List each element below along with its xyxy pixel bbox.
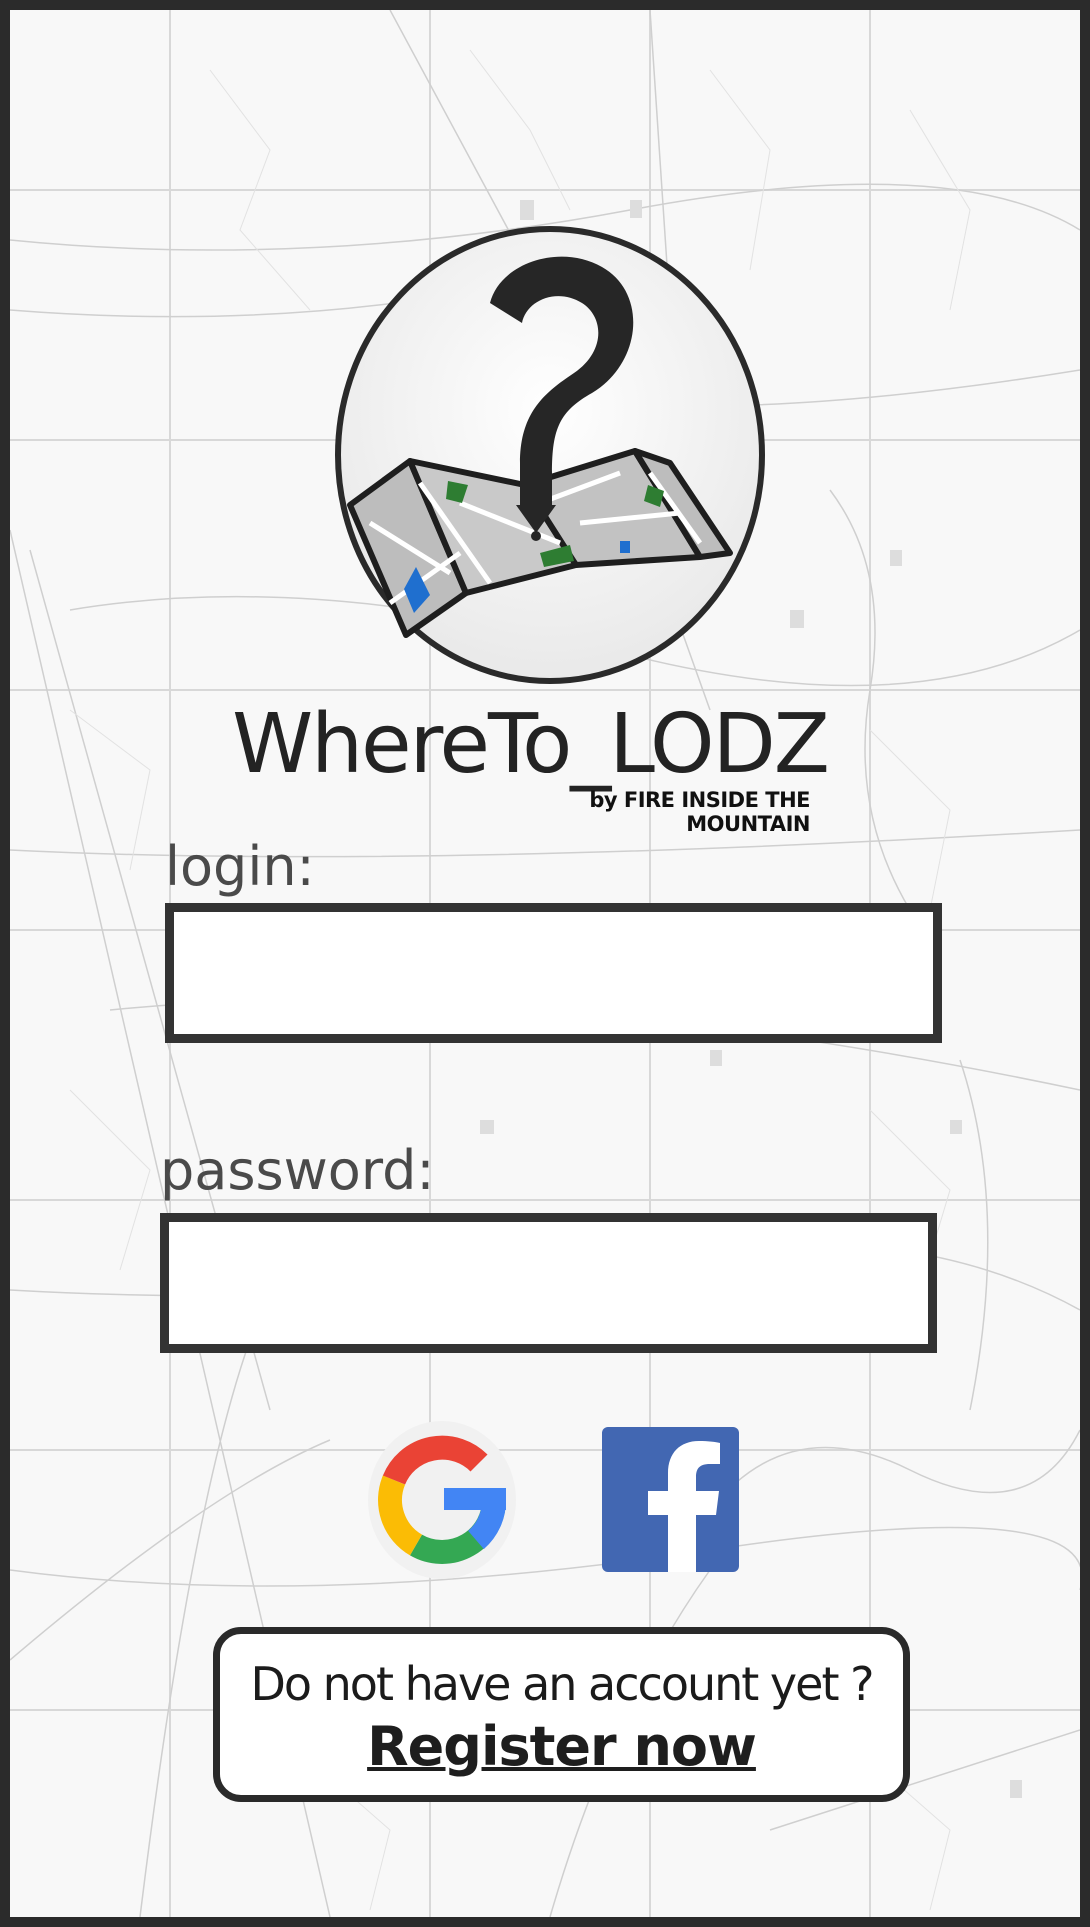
login-label: login:	[165, 835, 315, 898]
register-box: Do not have an account yet ? Register no…	[213, 1627, 910, 1802]
register-now-link[interactable]: Register now	[367, 1716, 757, 1778]
facebook-f-icon	[602, 1427, 739, 1572]
login-input[interactable]	[165, 903, 942, 1043]
app-subtitle: by FIRE INSIDE THE MOUNTAIN	[589, 788, 810, 836]
register-prompt: Do not have an account yet ?	[250, 1657, 874, 1711]
password-label: password:	[160, 1139, 435, 1202]
app-frame: WhereTo_LODZ by FIRE INSIDE THE MOUNTAIN…	[0, 0, 1090, 1927]
google-g-icon	[368, 1421, 516, 1579]
app-title: WhereTo_LODZ	[232, 697, 830, 792]
google-login-button[interactable]	[367, 1420, 517, 1580]
password-input[interactable]	[160, 1213, 937, 1353]
facebook-login-button[interactable]	[602, 1427, 739, 1572]
app-logo	[335, 226, 765, 684]
